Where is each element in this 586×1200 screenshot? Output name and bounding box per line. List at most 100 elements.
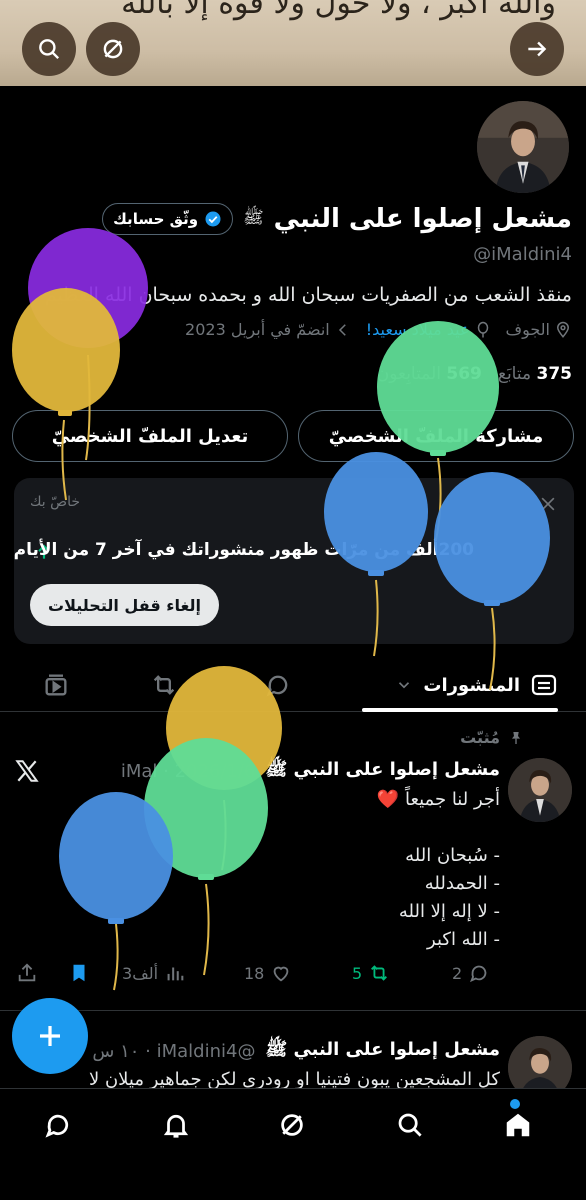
tweet2-author[interactable]: مشعل إصلوا على النبي ﷺ: [265, 1038, 500, 1064]
card-label: خاصّ بك: [30, 494, 80, 510]
verify-label: وثّق حسابك: [113, 210, 199, 228]
tweet1-line: - الحمدلله: [424, 873, 500, 894]
tweet1-date: 2026/1/6 · iMal: [120, 760, 256, 782]
tab-posts-label: المنشورات: [423, 674, 520, 696]
profile-bio: منقذ الشعب من الصفريات سبحان الله و بحمد…: [44, 284, 572, 306]
repost-count: 5: [352, 963, 363, 983]
tweet1-actions: 2 5 18 3ألف: [0, 962, 586, 992]
profile-avatar[interactable]: [474, 98, 572, 196]
nav-grok[interactable]: [270, 1103, 314, 1147]
verified-badge-icon: [205, 211, 221, 227]
followers-stat[interactable]: 569 المتابِعون: [377, 364, 482, 384]
search-icon: [39, 39, 60, 60]
reply-icon: [266, 675, 288, 697]
back-button[interactable]: [510, 22, 564, 76]
tab-replies[interactable]: [256, 666, 300, 704]
posts-icon: [531, 674, 557, 696]
reply-count: 2: [452, 963, 463, 983]
tweet1-author[interactable]: مشعل إصلوا على النبي ﷺ: [265, 758, 500, 784]
tweet1-header: مشعل إصلوا على النبي ﷺ 2026/1/6 · iMal: [121, 758, 500, 784]
like-button[interactable]: 18: [244, 962, 292, 984]
share-profile-button[interactable]: مشاركة الملفّ الشخصيّ: [298, 410, 574, 462]
tab-media[interactable]: [34, 666, 78, 704]
location-text: الجوف: [505, 320, 551, 339]
nav-search[interactable]: [388, 1103, 432, 1147]
banner-calligraphy: والله أكبر ، ولا حول ولا قوة إلا بالله: [121, 0, 556, 21]
views-button[interactable]: 3ألف: [122, 962, 186, 984]
followers-label: المتابِعون: [376, 364, 441, 384]
balloon-icon: [477, 321, 488, 337]
close-icon[interactable]: [538, 494, 558, 514]
followers-count: 569: [446, 364, 482, 384]
chat-icon: [45, 1114, 69, 1138]
following-count: 375: [536, 364, 573, 384]
grok-button[interactable]: [86, 22, 140, 76]
tab-posts[interactable]: المنشورات: [395, 666, 558, 704]
media-icon: [45, 674, 67, 696]
tweet2-header: مشعل إصلوا على النبي ﷺ @iMaldini4 · ١٠ س: [92, 1038, 500, 1064]
heart-icon: [274, 966, 289, 982]
birthday-text[interactable]: عيد ميلاد سعيد!: [366, 320, 470, 339]
tweet1-body: أجر لنا جميعاً ❤️ - سُبحان الله - الحمدل…: [200, 786, 500, 954]
unlock-analytics-button[interactable]: إلغاء قفل التحليلات: [30, 584, 219, 626]
tweet1-line: - سُبحان الله: [405, 845, 500, 866]
chevron-down-icon: [399, 682, 410, 689]
tab-active-indicator: [362, 708, 558, 712]
x-logo-icon: [15, 760, 39, 782]
edit-profile-button[interactable]: تعديل الملفّ الشخصيّ: [12, 410, 288, 462]
tweet1-line: - الله اكبر: [427, 929, 500, 950]
repost-icon: [153, 675, 175, 695]
views-count: 3ألف: [122, 963, 159, 983]
nav-home[interactable]: [496, 1103, 540, 1147]
location-item: الجوف: [506, 320, 573, 339]
notification-dot: [510, 1099, 520, 1109]
profile-tabs: المنشورات: [0, 658, 586, 712]
profile-name-row: مشعل إصلوا على النبي ﷺ وثّق حسابك: [102, 200, 572, 238]
tweet2-body: كل المشجعين يبون فتينيا او رودري لكن جما…: [88, 1069, 500, 1088]
location-icon: [556, 321, 570, 338]
balloon: [12, 288, 120, 501]
tab-reposts[interactable]: [142, 666, 186, 704]
plus-icon: [40, 1026, 60, 1046]
profile-name: مشعل إصلوا على النبي: [273, 204, 572, 234]
joined-text: انضمّ في أبريل 2023: [185, 320, 330, 339]
search-button[interactable]: [22, 22, 76, 76]
pinned-label: مُثبّت: [460, 728, 524, 747]
compose-button[interactable]: [12, 998, 88, 1074]
repost-button[interactable]: 5: [352, 962, 390, 984]
avatar-photo: [477, 101, 569, 193]
nav-notifications[interactable]: [154, 1103, 198, 1147]
like-count: 18: [244, 963, 265, 983]
search-icon: [398, 1113, 422, 1137]
profile-handle: @iMaldini4: [473, 244, 572, 265]
home-icon: [506, 1113, 530, 1137]
tweet-avatar[interactable]: [508, 758, 572, 822]
pbuh-glyph: ﷺ: [243, 207, 264, 228]
bottom-nav: [0, 1088, 586, 1200]
bookmark-icon: [73, 964, 85, 982]
following-stat[interactable]: 375 متابَع: [498, 364, 572, 384]
repost-icon: [371, 965, 388, 981]
profile-meta: الجوف عيد ميلاد سعيد! انضمّ في أبريل 202…: [185, 320, 572, 339]
joined-item: انضمّ في أبريل 2023: [185, 320, 352, 339]
follow-stats: 375 متابَع 569 المتابِعون: [377, 364, 572, 384]
nav-messages[interactable]: [36, 1103, 80, 1147]
impressions-text: 200ألف من مرّات ظهور منشوراتك في آخر 7 م…: [13, 540, 474, 560]
verify-account-button[interactable]: وثّق حسابك: [102, 203, 234, 235]
tweet1-line: - لا إله إلا الله: [398, 901, 500, 922]
reply-button[interactable]: 2: [452, 962, 490, 984]
bell-icon: [163, 1114, 189, 1138]
no-sign-icon: [103, 39, 123, 59]
chevron-left-icon: [338, 323, 346, 336]
pin-icon: [512, 731, 520, 744]
following-label: متابَع: [497, 364, 532, 384]
arrow-right-icon: [528, 41, 547, 57]
bookmark-button[interactable]: [68, 962, 90, 984]
pinned-text: مُثبّت: [460, 728, 500, 747]
share-icon: [18, 963, 36, 982]
tweet2-meta: @iMaldini4 · ١٠ س: [92, 1040, 256, 1062]
share-button[interactable]: [16, 962, 38, 984]
tweet1-line: أجر لنا جميعاً ❤️: [376, 789, 500, 810]
birthday-item[interactable]: عيد ميلاد سعيد!: [366, 320, 492, 339]
balloon: [59, 792, 173, 991]
